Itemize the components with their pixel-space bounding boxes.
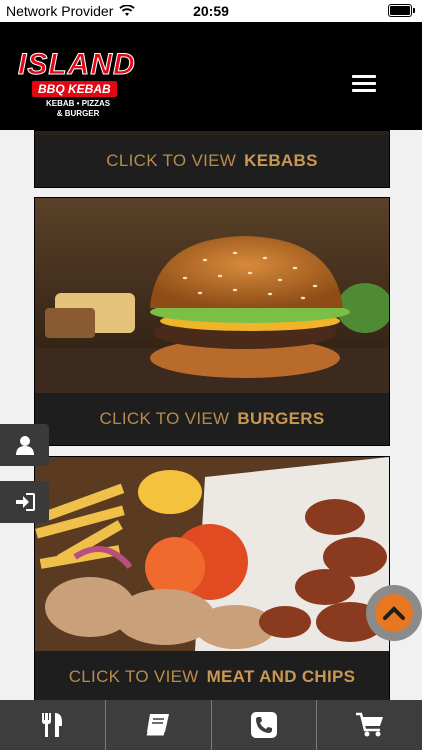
wifi-icon bbox=[119, 5, 136, 16]
logo-subtitle: BBQ KEBAB bbox=[32, 81, 117, 97]
chevron-up-icon bbox=[383, 606, 405, 620]
card-prefix: CLICK TO VIEW bbox=[68, 667, 199, 686]
clock: 20:59 bbox=[193, 3, 229, 19]
account-tab[interactable] bbox=[0, 424, 49, 466]
bottom-navigation bbox=[0, 700, 422, 750]
battery-icon bbox=[388, 4, 415, 17]
status-bar: Network Provider 20:59 bbox=[0, 0, 422, 22]
book-icon bbox=[145, 714, 170, 737]
card-burgers[interactable]: CLICK TO VIEW BURGERS bbox=[34, 197, 390, 446]
card-prefix: CLICK TO VIEW bbox=[99, 409, 230, 428]
brand-logo[interactable]: ISLAND BBQ KEBAB KEBAB • PIZZAS & BURGER bbox=[18, 48, 158, 120]
card-title: KEBABS bbox=[244, 151, 318, 170]
card-kebabs[interactable]: CLICK TO VIEW KEBABS bbox=[34, 130, 390, 188]
nav-cart[interactable] bbox=[317, 700, 422, 750]
nav-food-menu[interactable] bbox=[0, 700, 106, 750]
view-kebabs-button[interactable]: CLICK TO VIEW KEBABS bbox=[35, 135, 389, 187]
sign-in-tab[interactable] bbox=[0, 481, 49, 523]
logo-tagline-line-1: KEBAB • PIZZAS bbox=[46, 99, 111, 108]
card-meat-and-chips[interactable]: CLICK TO VIEW MEAT AND CHIPS bbox=[34, 456, 390, 704]
carrier-label: Network Provider bbox=[6, 3, 114, 19]
view-meat-and-chips-button[interactable]: CLICK TO VIEW MEAT AND CHIPS bbox=[35, 651, 389, 703]
sign-in-icon bbox=[15, 493, 35, 511]
logo-tagline-line-2: & BURGER bbox=[56, 109, 100, 118]
logo-tagline: KEBAB • PIZZAS & BURGER bbox=[46, 99, 110, 119]
menu-food-icon bbox=[42, 713, 63, 737]
card-prefix: CLICK TO VIEW bbox=[106, 151, 237, 170]
cart-icon bbox=[355, 712, 383, 737]
card-title: BURGERS bbox=[237, 409, 325, 428]
meat-and-chips-photo bbox=[35, 457, 389, 651]
phone-icon bbox=[250, 712, 277, 738]
view-burgers-button[interactable]: CLICK TO VIEW BURGERS bbox=[35, 393, 389, 445]
scroll-to-top-button[interactable] bbox=[366, 585, 422, 641]
user-icon bbox=[15, 436, 34, 455]
logo-title: ISLAND bbox=[18, 48, 136, 81]
app-header: ISLAND BBQ KEBAB KEBAB • PIZZAS & BURGER bbox=[0, 22, 422, 130]
nav-book[interactable] bbox=[106, 700, 212, 750]
burger-photo bbox=[35, 198, 389, 393]
hamburger-menu-icon[interactable] bbox=[352, 75, 376, 92]
nav-phone[interactable] bbox=[212, 700, 318, 750]
card-title: MEAT AND CHIPS bbox=[206, 667, 356, 686]
